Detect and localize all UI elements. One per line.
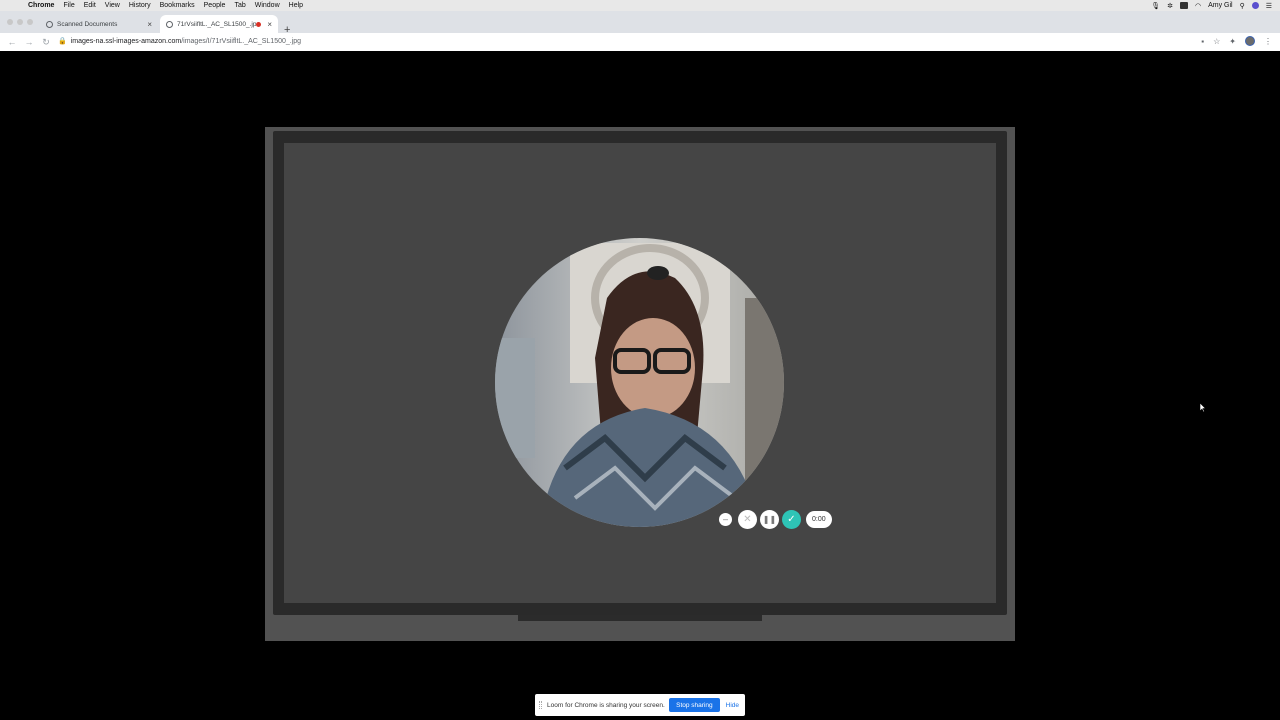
tab-scanned-documents[interactable]: Scanned Documents × (40, 15, 158, 33)
macos-menu-bar: Chrome File Edit View History Bookmarks … (0, 0, 1280, 11)
minimize-window-button[interactable] (17, 19, 23, 25)
hide-button[interactable]: Hide (726, 702, 739, 709)
globe-icon (166, 20, 173, 28)
more-menu-icon[interactable]: ⋮ (1264, 37, 1272, 46)
menubar-status-area: 🎙 ✲ ◠ Amy Gil ⚲ ☰ (1151, 0, 1272, 11)
sharing-message: Loom for Chrome is sharing your screen. (547, 701, 665, 709)
camera-icon[interactable]: ▪ (1201, 37, 1204, 46)
profile-avatar[interactable] (1245, 36, 1255, 46)
lock-icon[interactable]: 🔒 (58, 37, 67, 45)
menu-tab[interactable]: Tab (234, 0, 245, 11)
menu-view[interactable]: View (105, 0, 120, 11)
screen-sharing-bar: Loom for Chrome is sharing your screen. … (535, 694, 745, 716)
recording-indicator-icon (256, 21, 262, 27)
close-tab-icon[interactable]: × (267, 20, 272, 29)
settings-icon[interactable]: ✲ (1167, 2, 1173, 10)
webcam-video (495, 238, 784, 527)
loom-status-icon[interactable] (1251, 2, 1259, 9)
menu-window[interactable]: Window (255, 0, 280, 11)
notification-center-icon[interactable]: ☰ (1266, 2, 1272, 10)
drag-handle-icon[interactable] (539, 701, 542, 709)
spotlight-search-icon[interactable]: ⚲ (1240, 2, 1245, 10)
menu-bookmarks[interactable]: Bookmarks (160, 0, 195, 11)
mouse-cursor-icon (1200, 403, 1206, 413)
address-bar[interactable]: 🔒 images-na.ssl-images-amazon.com /image… (58, 37, 302, 46)
extensions-puzzle-icon[interactable]: ✦ (1229, 37, 1236, 46)
forward-arrow-icon[interactable]: → (24, 37, 34, 47)
menu-file[interactable]: File (63, 0, 74, 11)
bookmark-star-icon[interactable]: ☆ (1213, 37, 1220, 46)
finish-recording-button[interactable]: ✓ (782, 509, 801, 529)
menu-history[interactable]: History (129, 0, 151, 11)
menu-help[interactable]: Help (289, 0, 303, 11)
url-domain: images-na.ssl-images-amazon.com (70, 37, 182, 45)
back-arrow-icon[interactable]: ← (7, 37, 17, 47)
tab-title: Scanned Documents (57, 20, 118, 28)
browser-toolbar: ← → ↻ 🔒 images-na.ssl-images-amazon.com … (0, 33, 1280, 51)
minimize-controls-button[interactable]: – (719, 512, 732, 526)
menu-edit[interactable]: Edit (84, 0, 96, 11)
stop-sharing-button[interactable]: Stop sharing (669, 698, 720, 712)
webcam-bubble[interactable] (495, 238, 784, 527)
microphone-icon[interactable]: 🎙 (1151, 2, 1160, 10)
close-window-button[interactable] (7, 19, 13, 25)
tab-title: 71rVsiifltL._AC_SL1500_.jp (177, 20, 257, 28)
zoom-window-button[interactable] (27, 19, 33, 25)
tab-active-image[interactable]: 71rVsiifltL._AC_SL1500_.jp × (160, 15, 278, 33)
reload-icon[interactable]: ↻ (41, 37, 51, 48)
tab-strip: Scanned Documents × 71rVsiifltL._AC_SL15… (0, 11, 1280, 36)
loom-recording-controls: – ✕ ❚❚ ✓ 0:00 (719, 509, 832, 529)
toolbar-actions: ▪ ☆ ✦ ⋮ (1201, 36, 1272, 46)
tv-stand (518, 615, 762, 621)
user-name[interactable]: Amy Gil (1208, 2, 1233, 9)
globe-icon (46, 20, 53, 28)
wifi-icon[interactable]: ◠ (1195, 2, 1201, 10)
menu-people[interactable]: People (204, 0, 226, 11)
url-path: /images/I/71rVsiifltL._AC_SL1500_.jpg (181, 37, 302, 45)
close-tab-icon[interactable]: × (147, 20, 152, 29)
pause-recording-button[interactable]: ❚❚ (760, 509, 779, 529)
cancel-recording-button[interactable]: ✕ (738, 509, 757, 529)
recording-timer: 0:00 (806, 510, 832, 528)
screen-icon[interactable] (1179, 2, 1188, 9)
window-controls (7, 19, 33, 25)
page-viewport: – ✕ ❚❚ ✓ 0:00 (0, 51, 1280, 720)
menu-app-name[interactable]: Chrome (28, 0, 54, 11)
